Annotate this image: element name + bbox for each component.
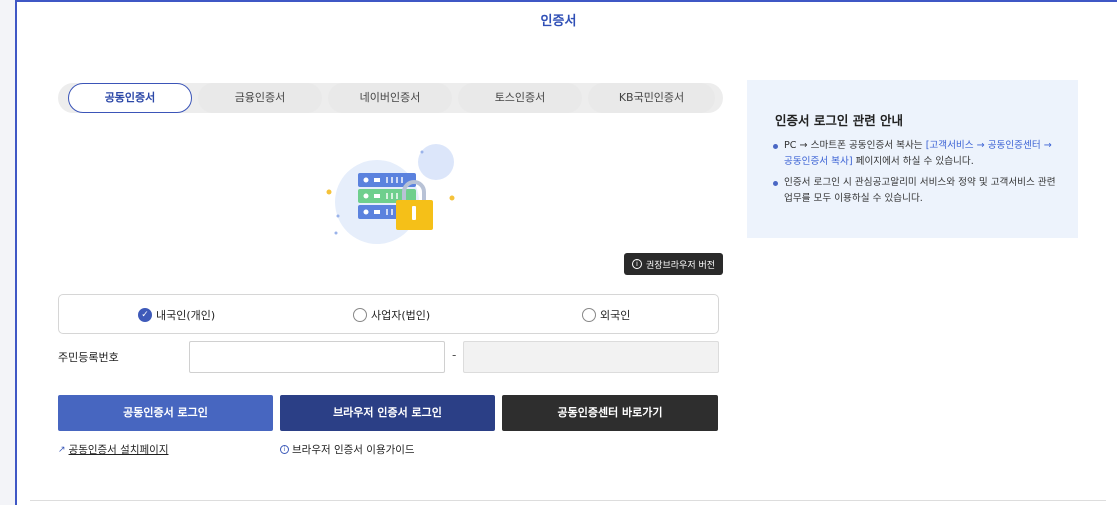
radio-domestic[interactable]: ✓ 내국인(개인) bbox=[138, 307, 215, 323]
tab-kb-cert[interactable]: KB국민인증서 bbox=[588, 83, 715, 113]
resident-number-label: 주민등록번호 bbox=[58, 351, 119, 364]
browser-guide-link[interactable]: i 브라우저 인증서 이용가이드 bbox=[280, 442, 415, 457]
info-item1-prefix: PC → 스마트폰 공동인증서 복사는 bbox=[784, 140, 926, 151]
top-border bbox=[15, 0, 1117, 2]
info-item: PC → 스마트폰 공동인증서 복사는 [고객서비스 → 공동인증센터 → 공동… bbox=[773, 138, 1063, 170]
radio-domestic-label: 내국인(개인) bbox=[156, 309, 216, 322]
resident-number-first-input[interactable] bbox=[189, 341, 445, 373]
check-icon: ✓ bbox=[138, 308, 152, 322]
info-list: PC → 스마트폰 공동인증서 복사는 [고객서비스 → 공동인증센터 → 공동… bbox=[773, 138, 1063, 212]
recommended-browser-button[interactable]: i 권장브라우저 버전 bbox=[624, 253, 723, 275]
info-item2-text: 인증서 로그인 시 관심공고알리미 서비스와 정약 및 고객서비스 관련업무를 … bbox=[784, 177, 1056, 204]
tab-naver-cert[interactable]: 네이버인증서 bbox=[328, 83, 452, 113]
radio-business[interactable]: 사업자(법인) bbox=[353, 307, 430, 323]
info-icon: i bbox=[280, 445, 289, 454]
left-shade bbox=[0, 0, 15, 505]
resident-number-separator: - bbox=[452, 348, 457, 362]
recommended-browser-label: 권장브라우저 버전 bbox=[645, 260, 716, 271]
server-lock-icon bbox=[320, 140, 465, 245]
info-item1-suffix: 페이지에서 하실 수 있습니다. bbox=[852, 156, 974, 167]
radio-foreigner-label: 외국인 bbox=[600, 309, 631, 322]
cert-center-button[interactable]: 공동인증센터 바로가기 bbox=[502, 395, 718, 431]
bottom-divider bbox=[30, 500, 1106, 501]
external-link-icon: ↗ bbox=[58, 444, 66, 455]
browser-guide-label: 브라우저 인증서 이용가이드 bbox=[292, 444, 415, 456]
page-frame: 인증서 공동인증서 금융인증서 네이버인증서 토스인증서 KB국민인증서 i 권… bbox=[0, 0, 1117, 505]
bullet-icon bbox=[773, 144, 778, 149]
resident-number-second-input[interactable] bbox=[463, 341, 719, 373]
cert-tabs: 공동인증서 금융인증서 네이버인증서 토스인증서 KB국민인증서 bbox=[58, 83, 723, 113]
page-title: 인증서 bbox=[540, 14, 577, 29]
info-title: 인증서 로그인 관련 안내 bbox=[775, 113, 904, 128]
radio-circle bbox=[353, 308, 367, 322]
cert-login-button[interactable]: 공동인증서 로그인 bbox=[58, 395, 273, 431]
info-icon: i bbox=[631, 259, 642, 269]
bullet-icon bbox=[773, 181, 778, 186]
user-type-radio-group: ✓ 내국인(개인) 사업자(법인) 외국인 bbox=[58, 294, 719, 334]
left-border bbox=[15, 2, 17, 505]
install-page-link[interactable]: ↗ 공동인증서 설치페이지 bbox=[58, 442, 168, 457]
radio-circle bbox=[582, 308, 596, 322]
radio-foreigner[interactable]: 외국인 bbox=[582, 307, 630, 323]
install-page-label: 공동인증서 설치페이지 bbox=[68, 444, 169, 456]
tab-joint-cert[interactable]: 공동인증서 bbox=[68, 83, 192, 113]
login-info-panel: 인증서 로그인 관련 안내 PC → 스마트폰 공동인증서 복사는 [고객서비스… bbox=[747, 80, 1078, 238]
browser-cert-login-button[interactable]: 브라우저 인증서 로그인 bbox=[280, 395, 495, 431]
tab-toss-cert[interactable]: 토스인증서 bbox=[458, 83, 582, 113]
info-item: 인증서 로그인 시 관심공고알리미 서비스와 정약 및 고객서비스 관련업무를 … bbox=[773, 175, 1063, 207]
radio-business-label: 사업자(법인) bbox=[371, 309, 431, 322]
tab-financial-cert[interactable]: 금융인증서 bbox=[198, 83, 322, 113]
